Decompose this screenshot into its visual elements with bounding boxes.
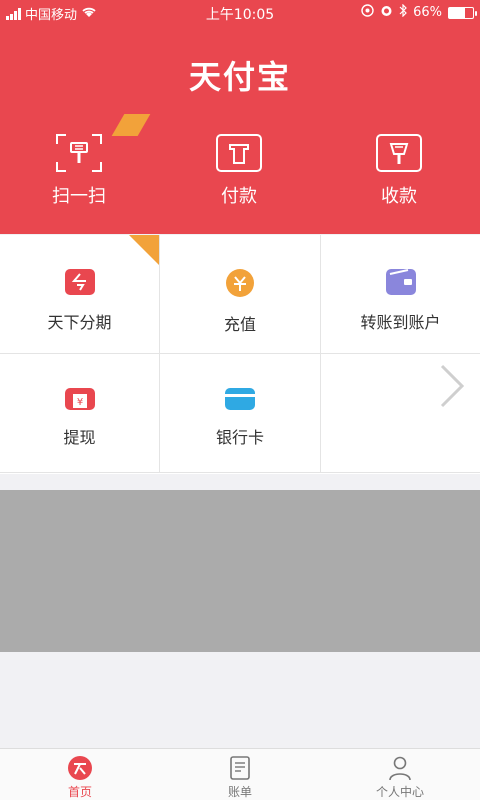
battery-fill	[449, 7, 465, 18]
tab-label: 个人中心	[375, 785, 424, 799]
new-badge	[129, 235, 159, 265]
receive-label: 收款	[381, 186, 417, 207]
grid-item-label: 提现	[63, 428, 96, 447]
tab-bar: 首页 账单 个人中心	[0, 748, 480, 800]
grid-item-recharge[interactable]: 充值	[160, 235, 321, 354]
bill-icon	[227, 755, 253, 781]
grid-item-transfer[interactable]: 转账到账户	[321, 235, 480, 354]
new-badge	[111, 114, 151, 136]
header: 天付宝 扫一扫 付款 收款	[0, 24, 480, 234]
pay-label: 付款	[221, 186, 257, 207]
recharge-icon	[226, 269, 254, 297]
bank-card-icon	[225, 388, 255, 410]
alarm-icon	[380, 4, 393, 21]
battery-icon	[448, 6, 477, 19]
grid-item-more[interactable]	[321, 354, 480, 473]
scan-button[interactable]: 扫一扫	[19, 114, 151, 208]
receive-button[interactable]: 收款	[339, 134, 459, 208]
pay-icon	[216, 134, 262, 172]
tab-profile[interactable]: 个人中心	[320, 749, 480, 800]
bluetooth-icon	[399, 3, 407, 21]
installment-icon	[64, 269, 95, 295]
scan-label: 扫一扫	[52, 186, 106, 207]
chevron-right-icon[interactable]	[434, 362, 470, 422]
receive-icon	[376, 134, 422, 172]
scan-icon	[56, 134, 102, 172]
grid-item-label: 充值	[223, 315, 256, 334]
grid-item-withdraw[interactable]: ¥ 提现	[0, 354, 160, 473]
battery-percent: 66%	[413, 5, 442, 20]
tab-label: 首页	[67, 785, 92, 799]
home-logo-icon	[67, 755, 93, 781]
function-grid: 天下分期 充值 转账到账户 ¥ 提现 银行卡	[0, 235, 480, 474]
grid-item-bank-card[interactable]: 银行卡	[160, 354, 321, 473]
wallet-transfer-icon	[385, 269, 416, 295]
tab-bill[interactable]: 账单	[160, 749, 320, 800]
grid-item-label: 天下分期	[47, 313, 112, 332]
svg-text:¥: ¥	[76, 397, 82, 408]
pay-button[interactable]: 付款	[179, 134, 299, 208]
at-icon	[361, 4, 374, 21]
app-title: 天付宝	[188, 58, 291, 96]
grid-item-label: 转账到账户	[360, 313, 441, 332]
grid-item-label: 银行卡	[215, 428, 264, 447]
user-icon	[387, 755, 413, 781]
status-bar: 中国移动 上午10:05 66%	[0, 0, 480, 24]
status-right: 66%	[361, 3, 477, 21]
promo-banner[interactable]	[0, 490, 480, 652]
tab-label: 账单	[227, 785, 252, 799]
tab-home[interactable]: 首页	[0, 749, 160, 800]
withdraw-atm-icon: ¥	[64, 388, 95, 410]
grid-item-installment[interactable]: 天下分期	[0, 235, 160, 354]
